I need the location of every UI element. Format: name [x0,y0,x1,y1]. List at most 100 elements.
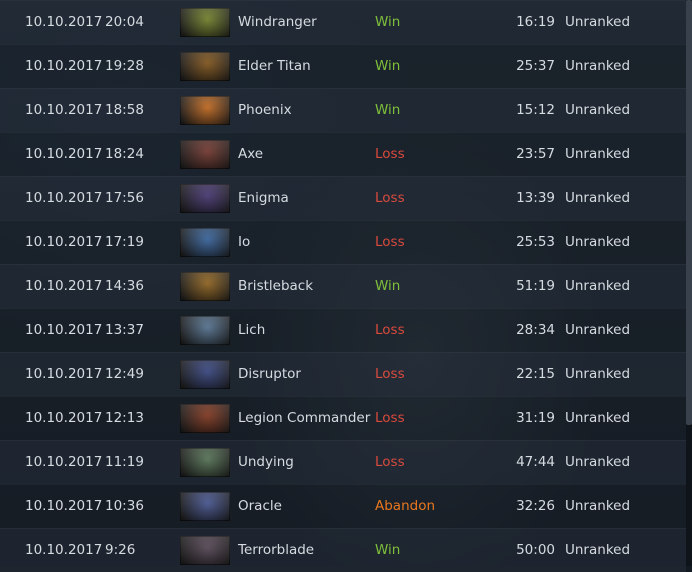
match-date: 10.10.2017 [25,410,103,426]
match-result: Loss [375,454,405,470]
match-time: 10:36 [105,498,144,514]
match-duration: 28:34 [516,322,555,338]
match-result: Loss [375,322,405,338]
hero-portrait-image [180,448,230,477]
match-result: Abandon [375,498,436,514]
hero-name: Undying [238,454,294,470]
hero-name: Lich [238,322,266,338]
match-duration: 31:19 [516,410,555,426]
hero-portrait-image [180,316,230,345]
hero-portrait-image [180,140,230,169]
match-result: Loss [375,366,405,382]
hero-portrait-image [180,272,230,301]
hero-portrait-image [180,8,230,37]
match-row[interactable]: 10.10.2017 19:28 Elder Titan Win 25:37 U… [0,44,686,88]
hero-name: Bristleback [238,278,314,294]
match-row[interactable]: 10.10.2017 13:37 Lich Loss 28:34 Unranke… [0,308,686,352]
game-mode: Unranked [565,410,631,426]
match-result: Win [375,58,401,74]
match-duration: 13:39 [516,190,555,206]
match-row[interactable]: 10.10.2017 18:58 Phoenix Win 15:12 Unran… [0,88,686,132]
hero-portrait-image [180,228,230,257]
hero-portrait-image [180,536,230,565]
match-time: 17:19 [105,234,144,250]
match-history-list: 10.10.2017 20:04 Windranger Win 16:19 Un… [0,0,686,572]
hero-name: Disruptor [238,366,301,382]
match-row[interactable]: 10.10.2017 9:26 Terrorblade Win 50:00 Un… [0,528,686,572]
match-row[interactable]: 10.10.2017 11:19 Undying Loss 47:44 Unra… [0,440,686,484]
match-row[interactable]: 10.10.2017 12:13 Legion Commander Loss 3… [0,396,686,440]
game-mode: Unranked [565,14,631,30]
hero-name: Axe [238,146,264,162]
hero-name: Windranger [238,14,317,30]
hero-name: Io [238,234,251,250]
hero-portrait-image [180,52,230,81]
hero-portrait-image [180,184,230,213]
match-row[interactable]: 10.10.2017 14:36 Bristleback Win 51:19 U… [0,264,686,308]
match-time: 18:24 [105,146,144,162]
match-time: 17:56 [105,190,144,206]
match-date: 10.10.2017 [25,366,103,382]
match-duration: 23:57 [516,146,555,162]
match-time: 11:19 [105,454,144,470]
match-date: 10.10.2017 [25,322,103,338]
match-row[interactable]: 10.10.2017 17:19 Io Loss 25:53 Unranked [0,220,686,264]
match-duration: 16:19 [516,14,555,30]
match-duration: 25:37 [516,58,555,74]
scrollbar[interactable] [686,0,692,566]
match-date: 10.10.2017 [25,234,103,250]
match-time: 19:28 [105,58,144,74]
match-result: Win [375,102,401,118]
match-duration: 22:15 [516,366,555,382]
match-date: 10.10.2017 [25,146,103,162]
match-row[interactable]: 10.10.2017 10:36 Oracle Abandon 32:26 Un… [0,484,686,528]
match-result: Loss [375,410,405,426]
match-time: 12:13 [105,410,144,426]
game-mode: Unranked [565,58,631,74]
scrollbar-thumb[interactable] [686,0,692,425]
match-result: Loss [375,234,405,250]
match-result: Loss [375,190,405,206]
game-mode: Unranked [565,454,631,470]
hero-portrait-image [180,96,230,125]
match-time: 12:49 [105,366,144,382]
match-time: 18:58 [105,102,144,118]
match-date: 10.10.2017 [25,14,103,30]
match-time: 13:37 [105,322,144,338]
match-date: 10.10.2017 [25,190,103,206]
match-result: Win [375,14,401,30]
hero-name: Phoenix [238,102,292,118]
match-date: 10.10.2017 [25,498,103,514]
match-row[interactable]: 10.10.2017 20:04 Windranger Win 16:19 Un… [0,0,686,44]
hero-name: Oracle [238,498,282,514]
hero-portrait-image [180,404,230,433]
match-result: Win [375,278,401,294]
game-mode: Unranked [565,234,631,250]
match-date: 10.10.2017 [25,278,103,294]
match-duration: 25:53 [516,234,555,250]
hero-name: Enigma [238,190,289,206]
match-date: 10.10.2017 [25,454,103,470]
match-time: 20:04 [105,14,144,30]
hero-name: Elder Titan [238,58,311,74]
game-mode: Unranked [565,102,631,118]
game-mode: Unranked [565,190,631,206]
match-date: 10.10.2017 [25,102,103,118]
game-mode: Unranked [565,498,631,514]
game-mode: Unranked [565,146,631,162]
match-duration: 47:44 [516,454,555,470]
match-row[interactable]: 10.10.2017 12:49 Disruptor Loss 22:15 Un… [0,352,686,396]
match-duration: 51:19 [516,278,555,294]
game-mode: Unranked [565,322,631,338]
match-row[interactable]: 10.10.2017 17:56 Enigma Loss 13:39 Unran… [0,176,686,220]
hero-portrait-image [180,492,230,521]
match-result: Loss [375,146,405,162]
game-mode: Unranked [565,278,631,294]
match-date: 10.10.2017 [25,58,103,74]
hero-name: Legion Commander [238,410,371,426]
match-duration: 15:12 [516,102,555,118]
hero-portrait-image [180,360,230,389]
match-time: 14:36 [105,278,144,294]
match-row[interactable]: 10.10.2017 18:24 Axe Loss 23:57 Unranked [0,132,686,176]
game-mode: Unranked [565,366,631,382]
